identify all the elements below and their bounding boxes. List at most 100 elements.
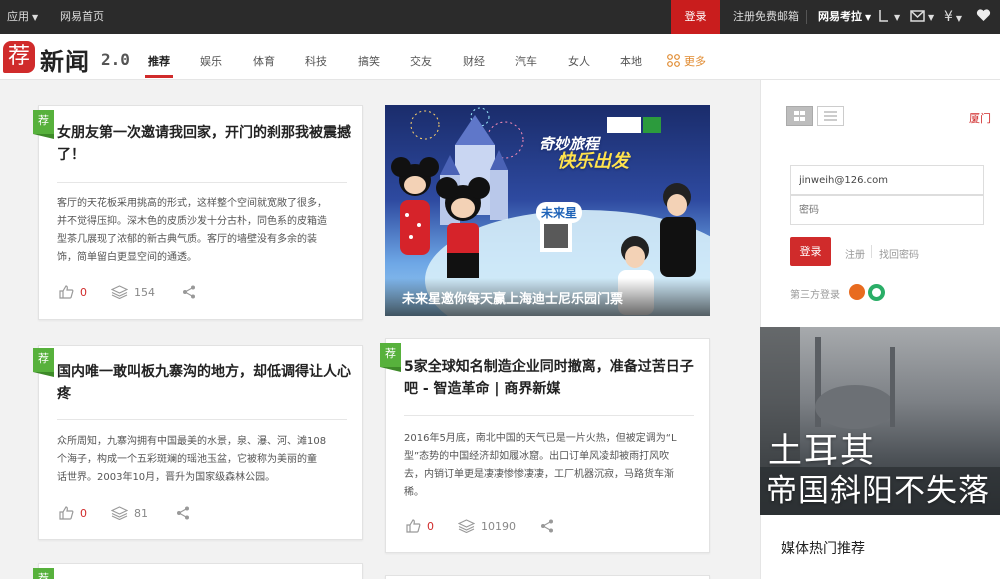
heart-icon: [976, 9, 991, 21]
card-title-line: 吧 - 智造革命 | 商界新媒: [404, 381, 561, 397]
nav-tab-auto[interactable]: 汽车: [515, 34, 537, 78]
view-count: 154: [134, 285, 155, 299]
ad-slogan: 奇妙旅程 快乐出发: [539, 135, 629, 172]
divider: [806, 10, 807, 24]
recommend-tag: 荐: [380, 343, 401, 372]
chevron-down-icon: ▼: [865, 13, 872, 22]
nav-tab-entertainment[interactable]: 娱乐: [200, 34, 222, 78]
divider: [57, 419, 347, 420]
card-description: 众所周知，九寨沟拥有中国最美的水景，泉、瀑、河、滩108 个海子，构成一个五彩斑斓…: [57, 436, 327, 483]
thumbs-up-icon: [59, 506, 74, 520]
favorite-menu[interactable]: ▼: [976, 0, 1000, 56]
card-title[interactable]: 女朋友第一次邀请我回家，开门的刹那我被震撼 了！: [57, 122, 357, 166]
photo-headline-line2: 帝国斜阳不失落: [766, 473, 990, 509]
nav-tab-local[interactable]: 本地: [620, 34, 642, 78]
like-count: 0: [427, 519, 434, 533]
media-recommend-heading: 媒体热门推荐: [781, 541, 865, 557]
apps-menu[interactable]: 应用 ▼: [7, 0, 38, 34]
login-button[interactable]: 登录: [790, 237, 831, 266]
share-icon: [541, 519, 553, 533]
news-card[interactable]: 荐: [33, 563, 363, 579]
nav-tab-women[interactable]: 女人: [568, 34, 590, 78]
layers-icon: [111, 506, 128, 520]
mail-menu[interactable]: ▼: [910, 0, 934, 34]
share-button[interactable]: [176, 506, 190, 520]
weibo-icon[interactable]: [849, 284, 865, 300]
phone-icon: [879, 10, 888, 22]
card-title-line: 5家全球知名制造企业同时撤离，准备过苦日子: [404, 359, 694, 375]
nav-tab-dating[interactable]: 交友: [410, 34, 432, 78]
nav-tab-recommend[interactable]: 推荐: [148, 34, 170, 78]
forgot-password-link[interactable]: 找回密码: [879, 246, 919, 261]
wechat-icon[interactable]: [868, 284, 885, 301]
recommend-tag: 荐: [33, 568, 54, 579]
kaola-link[interactable]: 网易考拉 ▼: [818, 0, 871, 34]
news-card[interactable]: 荐 女朋友第一次邀请我回家，开门的刹那我被震撼 了！ 客厅的天花板采用挑高的形式…: [33, 105, 363, 320]
nav-tab-funny[interactable]: 搞笑: [358, 34, 380, 78]
more-label: 更多: [684, 55, 706, 68]
like-count: 0: [80, 285, 87, 299]
email-field[interactable]: [790, 165, 984, 195]
register-mail-link[interactable]: 注册免费邮箱: [733, 0, 799, 34]
thumbs-up-icon: [406, 519, 421, 533]
view-count: 81: [134, 506, 148, 520]
view-count-stat: 154: [111, 285, 155, 299]
city-selector[interactable]: 厦门: [969, 110, 991, 126]
view-count-stat: 10190: [458, 519, 516, 533]
card-title[interactable]: 5家全球知名制造企业同时撤离，准备过苦日子 吧 - 智造革命 | 商界新媒: [404, 356, 704, 400]
card-title-line: 了！: [57, 147, 85, 163]
thumbs-up-icon: [59, 285, 74, 299]
list-view-toggle[interactable]: [817, 106, 844, 126]
third-party-login-label: 第三方登录: [790, 290, 840, 301]
news-card[interactable]: 荐 5家全球知名制造企业同时撤离，准备过苦日子 吧 - 智造革命 | 商界新媒 …: [380, 338, 710, 553]
like-count: 0: [80, 506, 87, 520]
share-icon: [183, 285, 195, 299]
chevron-down-icon: ▼: [928, 13, 935, 22]
grid-icon: [667, 54, 680, 67]
view-count-stat: 81: [111, 506, 148, 520]
card-title-line: 国内唯一敢叫板九寨沟的地方，却低调得让人心: [57, 364, 351, 380]
share-button[interactable]: [182, 285, 196, 299]
grid-view-toggle[interactable]: [786, 106, 813, 126]
kaola-label: 网易考拉: [818, 10, 862, 23]
view-count: 10190: [481, 519, 516, 533]
mobile-menu[interactable]: ▼: [877, 0, 900, 34]
logo-mark[interactable]: 荐: [3, 41, 35, 73]
password-field[interactable]: [790, 195, 984, 225]
like-button[interactable]: 0: [59, 285, 87, 299]
like-button[interactable]: 0: [59, 506, 87, 520]
logo-version: 2.0: [101, 50, 130, 69]
layers-icon: [458, 519, 475, 533]
nav-tab-finance[interactable]: 财经: [463, 34, 485, 78]
netease-home-link[interactable]: 网易首页: [60, 0, 104, 34]
logo-text[interactable]: 新闻: [40, 42, 90, 77]
site-header: 荐 新闻 2.0 推荐 娱乐 体育 科技 搞笑 交友 财经 汽车 女人 本地 更…: [0, 34, 1000, 80]
card-description: 客厅的天花板采用挑高的形式，这样整个空间就宽敞了很多， 并不觉得压抑。深木色的皮质…: [57, 198, 327, 263]
card-title[interactable]: 国内唯一敢叫板九寨沟的地方，却低调得让人心 疼: [57, 361, 357, 405]
recommend-tag: 荐: [33, 348, 54, 377]
chevron-down-icon: ▼: [32, 13, 39, 22]
top-bar: 应用▼ 网易首页 登录 注册免费邮箱 网易考拉▼ ▼ ▼ ¥▼ ▼: [0, 0, 1000, 56]
layers-icon: [111, 285, 128, 299]
ad-caption: 未来星邀你每天赢上海迪士尼乐园门票: [385, 278, 710, 316]
ad-brand-logo: 未来星: [536, 202, 583, 223]
recommend-tag: 荐: [33, 110, 54, 139]
feature-photo[interactable]: 土耳其 帝国斜阳不失落: [760, 327, 1000, 515]
chevron-down-icon: ▼: [955, 14, 963, 23]
nav-tab-sports[interactable]: 体育: [253, 34, 275, 78]
share-button[interactable]: [540, 519, 554, 533]
nav-tab-tech[interactable]: 科技: [305, 34, 327, 78]
yen-icon: ¥: [944, 9, 953, 25]
card-title-line: 女朋友第一次邀请我回家，开门的刹那我被震撼: [57, 125, 351, 141]
news-card[interactable]: [385, 575, 710, 579]
news-card[interactable]: 荐 国内唯一敢叫板九寨沟的地方，却低调得让人心 疼 众所周知，九寨沟拥有中国最美…: [33, 345, 363, 540]
active-tab-indicator: [145, 75, 173, 78]
top-login-button[interactable]: 登录: [671, 0, 720, 36]
like-button[interactable]: 0: [406, 519, 434, 533]
nav-more[interactable]: 更多: [667, 34, 706, 78]
mail-icon: [910, 10, 925, 22]
register-link[interactable]: 注册: [845, 246, 865, 261]
ad-banner[interactable]: 奇妙旅程 快乐出发 未来星 未来星邀你每天赢上海迪士尼乐园门票: [385, 105, 710, 316]
card-description: 2016年5月底，南北中国的天气已是一片火热，但被定调为“L 型”态势的中国经济却…: [404, 433, 677, 498]
payment-menu[interactable]: ¥ ▼: [944, 0, 962, 34]
